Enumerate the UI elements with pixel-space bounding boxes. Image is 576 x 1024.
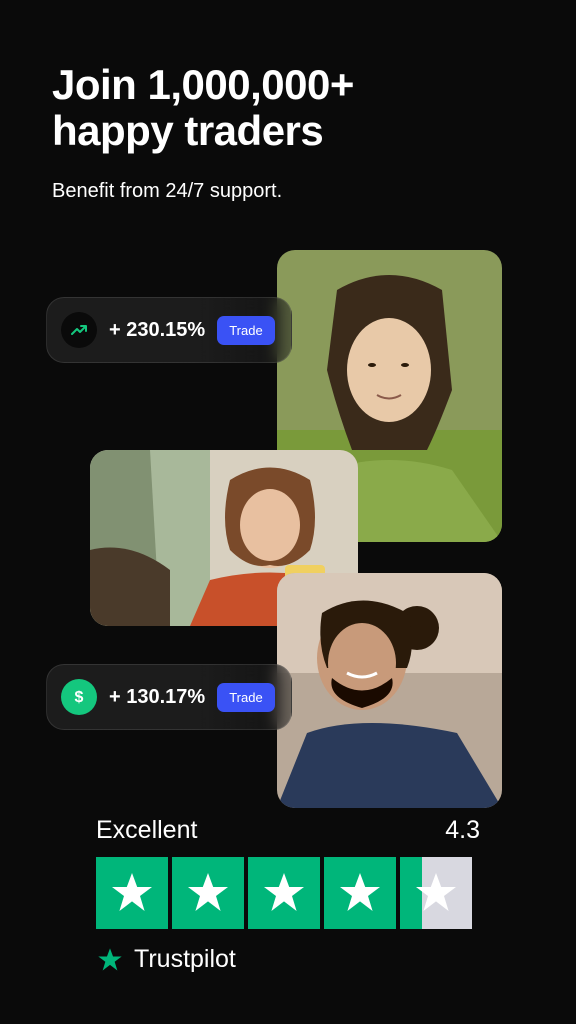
subtitle: Benefit from 24/7 support.	[52, 180, 282, 203]
gain-value-1: + 230.15%	[109, 319, 205, 342]
trend-up-icon	[61, 312, 97, 348]
svg-text:$: $	[75, 689, 84, 706]
page-heading: Join 1,000,000+ happy traders	[52, 62, 354, 154]
trustpilot-brand: Trustpilot	[96, 945, 480, 974]
trustpilot-section: Excellent 4.3 Trustpilot	[96, 816, 480, 974]
trustpilot-brand-name: Trustpilot	[134, 945, 236, 974]
trader-photo-3	[277, 573, 502, 808]
dollar-icon: $	[61, 679, 97, 715]
trade-button-2[interactable]: Trade	[217, 683, 274, 712]
star-icon	[96, 857, 168, 929]
gain-pill-2: $ + 130.17% Trade	[46, 664, 292, 730]
star-icon	[248, 857, 320, 929]
star-icon	[172, 857, 244, 929]
star-icon	[400, 857, 472, 929]
trustpilot-star-icon	[96, 946, 124, 974]
trustpilot-stars	[96, 857, 480, 929]
gain-pill-1: + 230.15% Trade	[46, 297, 292, 363]
trustpilot-score: 4.3	[445, 816, 480, 845]
heading-line-2: happy traders	[52, 107, 323, 154]
trustpilot-label: Excellent	[96, 816, 197, 845]
heading-line-1: Join 1,000,000+	[52, 61, 354, 108]
trade-button-1[interactable]: Trade	[217, 316, 274, 345]
star-icon	[324, 857, 396, 929]
gain-value-2: + 130.17%	[109, 686, 205, 709]
